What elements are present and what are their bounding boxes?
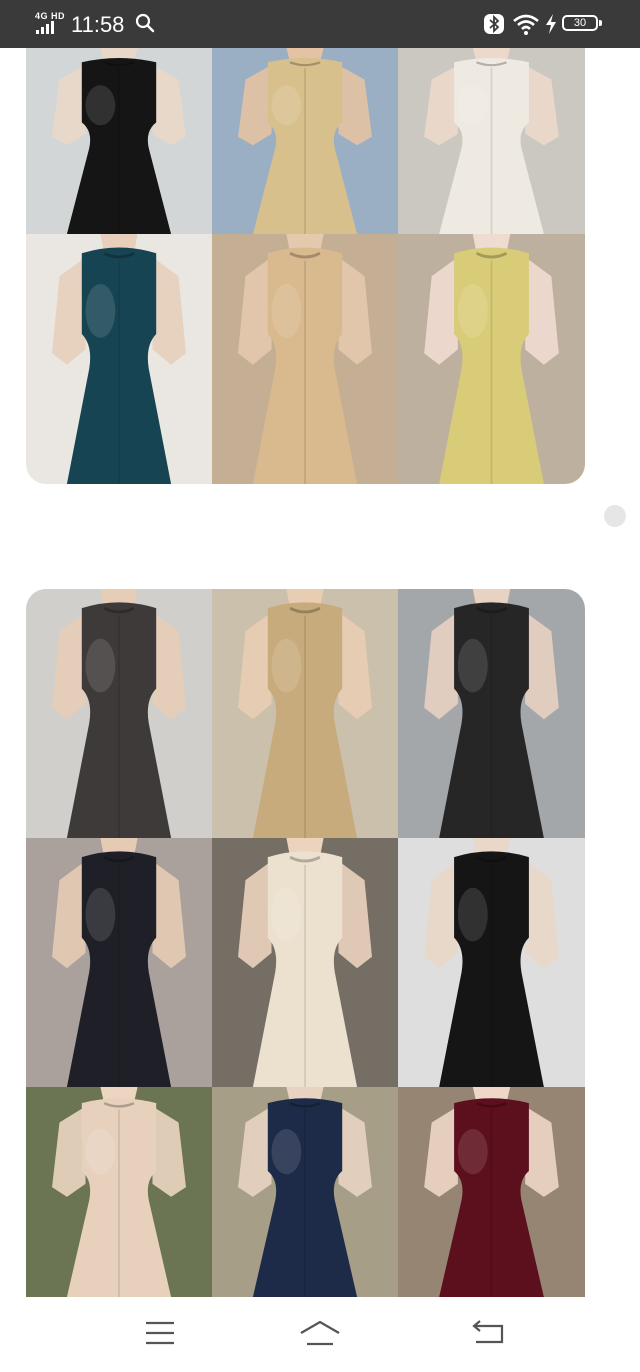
dress-photo-black-cutout-longsleeve-dress[interactable] [398,838,585,1087]
dress-photo-plaid-puff-sleeve-dress[interactable] [398,234,585,484]
charging-icon [544,12,558,41]
dress-photo-floral-sheer-sleeve-dress[interactable] [398,48,585,234]
wifi-icon [512,12,540,41]
dress-photo-navy-floral-qipao[interactable] [212,1087,398,1297]
dress-photo-black-qipao-red-buttons[interactable] [26,838,212,1087]
search-icon [135,13,155,38]
dress-photo-beaded-strapless-dress[interactable] [26,589,212,838]
dress-photo-gold-short-qipao[interactable] [212,48,398,234]
navigation-bar [0,1297,640,1372]
home-button[interactable] [290,1317,350,1353]
dress-photo-gold-lace-longsleeve-dress[interactable] [212,589,398,838]
back-icon [471,1319,505,1351]
dress-photo-white-sleeve-black-qipao[interactable] [26,48,212,234]
clock: 11:58 [71,12,125,37]
dress-photo-black-floral-slip-dress[interactable] [398,589,585,838]
back-button[interactable] [458,1317,518,1353]
battery-icon: 30 [562,15,598,31]
home-icon [298,1319,342,1352]
dress-photo-cream-dotted-qipao[interactable] [26,1087,212,1297]
dress-photo-cream-lace-cape-qipao[interactable] [212,838,398,1087]
network-label: 4G HD [35,11,66,21]
network-indicator: 4G HD [35,11,66,34]
bluetooth-icon [482,12,506,41]
status-bar: 4G HD 11:58 30 [0,0,640,48]
dress-photo-teal-velvet-qipao[interactable] [26,234,212,484]
dress-collage-top[interactable] [26,48,585,484]
scroll-indicator [604,505,626,527]
dress-photo-burgundy-velvet-qipao[interactable] [398,1087,585,1297]
dress-photo-lace-beige-qipao[interactable] [212,234,398,484]
menu-icon [144,1320,176,1351]
menu-button[interactable] [130,1317,190,1353]
battery-tip [599,20,602,26]
dress-collage-bottom[interactable] [26,589,585,1297]
